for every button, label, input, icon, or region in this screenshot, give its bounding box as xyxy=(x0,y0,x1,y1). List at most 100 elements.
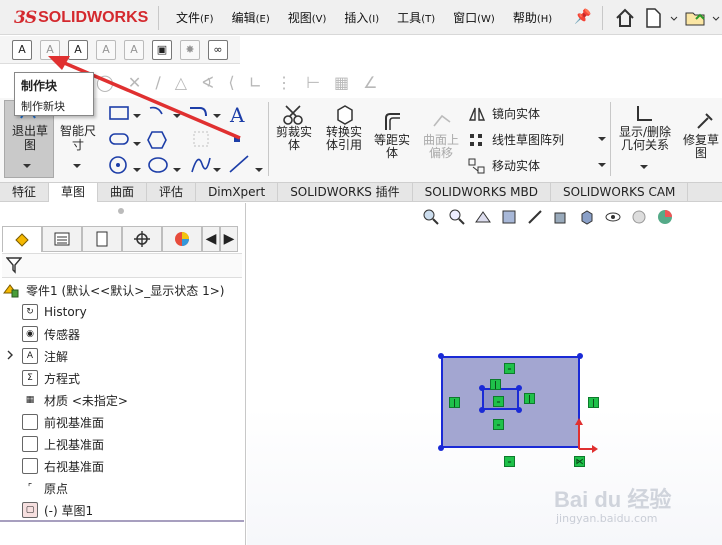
tool-icon[interactable]: ⊢ xyxy=(306,73,320,92)
menu-insert[interactable]: 插入(I) xyxy=(344,9,379,26)
sketch-point[interactable] xyxy=(516,385,522,391)
sketch-point[interactable] xyxy=(516,407,522,413)
tab-surfaces[interactable]: 曲面 xyxy=(98,183,148,202)
solidworks-logo[interactable]: 3S SOLIDWORKS xyxy=(14,7,148,29)
dropdown-arrow-icon[interactable] xyxy=(598,162,606,168)
tree-item-top-plane[interactable]: 上视基准面 xyxy=(22,433,128,455)
tree-item-sensors[interactable]: ◉ 传感器 xyxy=(22,323,128,345)
divider xyxy=(602,6,603,30)
repair-sketch-button[interactable]: 修复草图 xyxy=(680,134,722,160)
dropdown-arrow-icon[interactable] xyxy=(670,7,678,29)
home-icon[interactable] xyxy=(614,7,636,29)
tree-item-origin[interactable]: ⌜ 原点 xyxy=(22,477,128,499)
sketch-point[interactable] xyxy=(438,353,444,359)
sketch-point[interactable] xyxy=(577,353,583,359)
open-folder-icon[interactable] xyxy=(684,7,706,29)
horizontal-relation-icon[interactable]: – xyxy=(504,456,515,467)
scroll-left-button[interactable]: ◀ xyxy=(202,226,220,252)
tab-evaluate[interactable]: 评估 xyxy=(147,183,197,202)
coincident-relation-icon[interactable]: ⋉ xyxy=(574,456,585,467)
sketch-point[interactable] xyxy=(438,445,444,451)
annotation-icon: A xyxy=(22,348,38,364)
feature-manager-tab[interactable] xyxy=(2,226,42,252)
dropdown-arrow-icon[interactable] xyxy=(598,136,606,142)
tree-item-equations[interactable]: Σ 方程式 xyxy=(22,367,128,389)
filter-icon[interactable] xyxy=(6,256,22,274)
tool-icon[interactable]: ⋮ xyxy=(276,73,292,92)
tool-icon[interactable]: ∟ xyxy=(249,73,262,92)
tool-icon[interactable]: ∠ xyxy=(363,73,377,92)
tab-features[interactable]: 特征 xyxy=(0,183,50,202)
dropdown-arrow-icon[interactable] xyxy=(712,7,720,29)
zoom-to-area-icon[interactable] xyxy=(448,208,466,226)
tree-item-annotations[interactable]: A 注解 xyxy=(22,345,128,367)
property-manager-tab[interactable] xyxy=(42,226,82,252)
tool-icon[interactable]: ▦ xyxy=(334,73,349,92)
display-delete-relations-button[interactable]: 显示/删除几何关系 xyxy=(614,126,676,152)
tree-item-label: 方程式 xyxy=(44,371,81,386)
plane-icon xyxy=(22,414,38,430)
sketch-point[interactable] xyxy=(479,407,485,413)
tab-addins[interactable]: SOLIDWORKS 插件 xyxy=(278,183,413,202)
menu-file[interactable]: 文件(F) xyxy=(176,9,214,26)
menu-tools[interactable]: 工具(T) xyxy=(397,9,435,26)
move-label: 移动实体 xyxy=(492,159,541,173)
configuration-manager-tab[interactable] xyxy=(82,226,122,252)
trim-icon xyxy=(283,105,303,125)
apply-scene-icon[interactable] xyxy=(656,208,674,226)
tab-sketch[interactable]: 草图 xyxy=(49,183,99,202)
panel-grip[interactable] xyxy=(118,208,124,214)
expand-arrow-icon[interactable] xyxy=(6,350,14,360)
tab-dimxpert[interactable]: DimXpert xyxy=(196,183,279,202)
dropdown-arrow-icon[interactable] xyxy=(72,162,82,170)
tree-item-sketch1[interactable]: ▢ (-) 草图1 xyxy=(22,499,128,521)
dropdown-arrow-icon[interactable] xyxy=(640,164,648,170)
zoom-to-fit-icon[interactable] xyxy=(422,208,440,226)
tree-item-material[interactable]: ▦ 材质 <未指定> xyxy=(22,389,128,411)
linear-pattern-label: 线性草图阵列 xyxy=(492,133,565,147)
dynamic-annotation-icon[interactable] xyxy=(526,208,544,226)
new-document-icon[interactable] xyxy=(642,7,664,29)
horizontal-relation-icon[interactable]: – xyxy=(504,363,515,374)
mirror-entities-button[interactable]: 镜向实体 xyxy=(468,105,540,122)
vertical-relation-icon[interactable]: | xyxy=(524,393,535,404)
horizontal-relation-icon[interactable]: – xyxy=(493,396,504,407)
previous-view-icon[interactable] xyxy=(474,208,492,226)
hide-show-items-icon[interactable] xyxy=(604,208,622,226)
vertical-relation-icon[interactable]: | xyxy=(490,379,501,390)
plane-icon xyxy=(22,436,38,452)
view-orientation-icon[interactable] xyxy=(552,208,570,226)
menu-help[interactable]: 帮助(H) xyxy=(513,9,552,26)
pin-icon[interactable]: 📌 xyxy=(574,9,591,25)
move-entities-button[interactable]: 移动实体 xyxy=(468,157,540,174)
vertical-relation-icon[interactable]: | xyxy=(588,397,599,408)
offset-entities-button[interactable]: 等距实体 xyxy=(370,134,414,160)
section-view-icon[interactable] xyxy=(500,208,518,226)
offset-on-surface-button[interactable]: 曲面上偏移 xyxy=(418,134,464,160)
trim-entities-button[interactable]: 剪裁实体 xyxy=(272,126,316,152)
vertical-relation-icon[interactable]: | xyxy=(449,397,460,408)
logo-mark: 3S xyxy=(14,8,37,28)
tree-root-part[interactable]: 零件1 (默认<<默认>_显示状态 1>) xyxy=(2,279,224,301)
make-block-icon[interactable]: A xyxy=(12,39,32,60)
menu-view[interactable]: 视图(V) xyxy=(288,9,327,26)
tree-item-front-plane[interactable]: 前视基准面 xyxy=(22,411,128,433)
display-manager-tab[interactable] xyxy=(162,226,202,252)
display-style-icon[interactable] xyxy=(578,208,596,226)
tree-item-history[interactable]: ↻ History xyxy=(22,301,128,323)
menu-window[interactable]: 窗口(W) xyxy=(453,9,495,26)
linear-pattern-button[interactable]: 线性草图阵列 xyxy=(468,131,564,148)
tab-mbd[interactable]: SOLIDWORKS MBD xyxy=(413,183,551,202)
dropdown-arrow-icon[interactable] xyxy=(22,162,32,170)
dimxpert-manager-tab[interactable] xyxy=(122,226,162,252)
tab-cam[interactable]: SOLIDWORKS CAM xyxy=(551,183,689,202)
scroll-right-button[interactable]: ▶ xyxy=(220,226,238,252)
sketch-point[interactable] xyxy=(479,385,485,391)
tree-item-right-plane[interactable]: 右视基准面 xyxy=(22,455,128,477)
command-manager-tabs: 特征 草图 曲面 评估 DimXpert SOLIDWORKS 插件 SOLID… xyxy=(0,182,722,202)
plane-icon xyxy=(22,458,38,474)
horizontal-relation-icon[interactable]: – xyxy=(493,419,504,430)
edit-appearance-icon[interactable] xyxy=(630,208,648,226)
convert-entities-button[interactable]: 转换实体引用 xyxy=(322,126,366,152)
menu-edit[interactable]: 编辑(E) xyxy=(232,9,270,26)
